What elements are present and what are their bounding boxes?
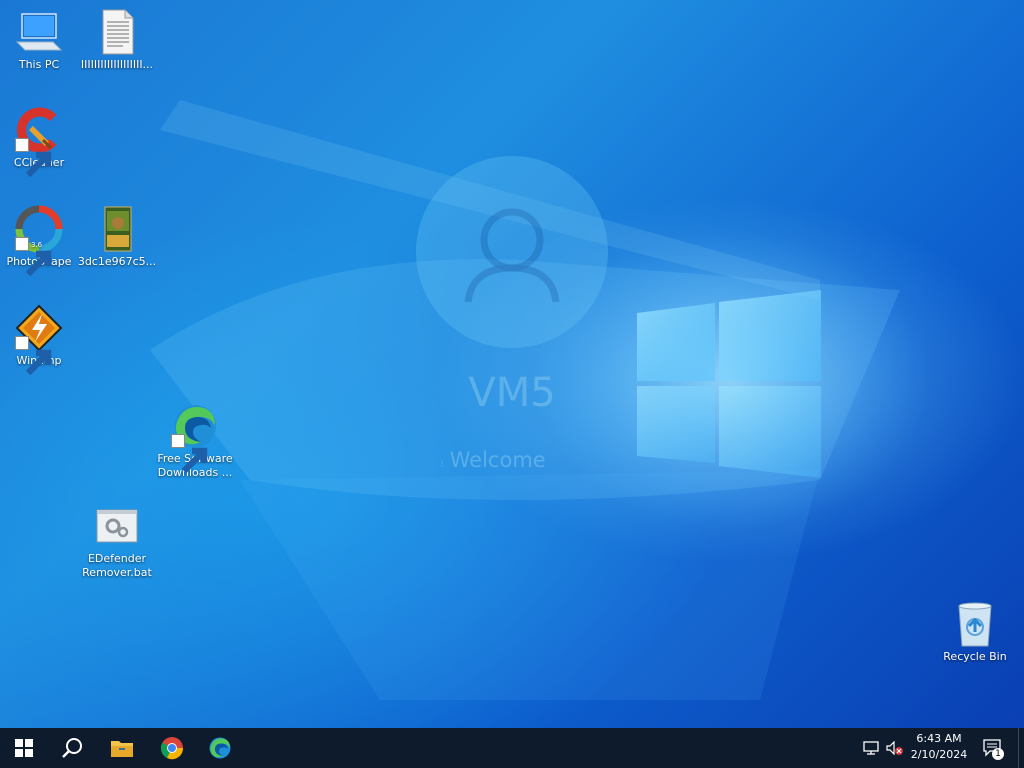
chrome-button[interactable] <box>148 728 196 768</box>
network-tray-button[interactable] <box>860 728 882 768</box>
desktop[interactable]: VM5 ⁝ Welcome This PC IIIIIIIIIIIIIIIIII… <box>0 0 1024 728</box>
windows-start-icon <box>15 739 33 757</box>
wallpaper <box>150 100 930 700</box>
desktop-icon-image-file[interactable]: 3dc1e967c5... <box>77 205 157 269</box>
text-document-icon <box>93 8 141 56</box>
desktop-icon-edefender-remover[interactable]: EDefender Remover.bat <box>77 502 157 580</box>
clock-time: 6:43 AM <box>916 732 962 745</box>
this-pc-icon <box>15 8 63 56</box>
action-center-button[interactable]: 1 <box>978 728 1008 768</box>
start-button[interactable] <box>0 728 48 768</box>
desktop-icon-this-pc[interactable]: This PC <box>0 8 79 72</box>
desktop-icon-ccleaner[interactable]: CCleaner <box>0 106 79 178</box>
image-thumbnail-icon <box>93 205 141 253</box>
network-icon <box>863 741 879 755</box>
desktop-icon-text-file[interactable]: IIIIIIIIIIIIIIIIIII... <box>77 8 157 72</box>
shortcut-arrow-icon <box>15 237 52 277</box>
notification-count-badge: 1 <box>992 748 1004 760</box>
edge-icon <box>209 737 231 759</box>
file-explorer-icon <box>111 741 133 757</box>
photoscape-icon: 3.6 <box>15 205 63 277</box>
desktop-icon-recycle-bin[interactable]: Recycle Bin <box>935 600 1015 664</box>
recycle-bin-icon <box>951 600 999 648</box>
desktop-icon-winamp[interactable]: Winamp <box>0 304 79 376</box>
edge-button[interactable] <box>196 728 244 768</box>
wallpaper-user-name: VM5 <box>468 370 556 416</box>
search-icon <box>62 738 82 758</box>
desktop-icon-photoscape[interactable]: 3.6 PhotoScape <box>0 205 79 277</box>
clock[interactable]: 6:43 AM 2/10/2024 <box>900 731 978 765</box>
search-button[interactable] <box>48 728 96 768</box>
winamp-icon <box>15 304 63 376</box>
batch-file-icon <box>93 502 141 550</box>
file-explorer-button[interactable] <box>98 728 146 768</box>
chrome-icon <box>160 737 184 760</box>
shortcut-arrow-icon <box>15 138 52 178</box>
shortcut-arrow-icon <box>15 336 52 376</box>
show-desktop-button[interactable] <box>1018 728 1024 768</box>
clock-date: 2/10/2024 <box>910 748 968 761</box>
wallpaper-welcome-text: ⁝ Welcome <box>440 448 546 472</box>
ccleaner-icon <box>15 106 63 178</box>
desktop-icon-free-software-downloads[interactable]: Free Software Downloads ... <box>155 402 235 480</box>
user-avatar <box>416 156 608 348</box>
shortcut-arrow-icon <box>171 434 208 474</box>
taskbar: 6:43 AM 2/10/2024 1 <box>0 728 1024 768</box>
edge-icon <box>171 402 219 474</box>
